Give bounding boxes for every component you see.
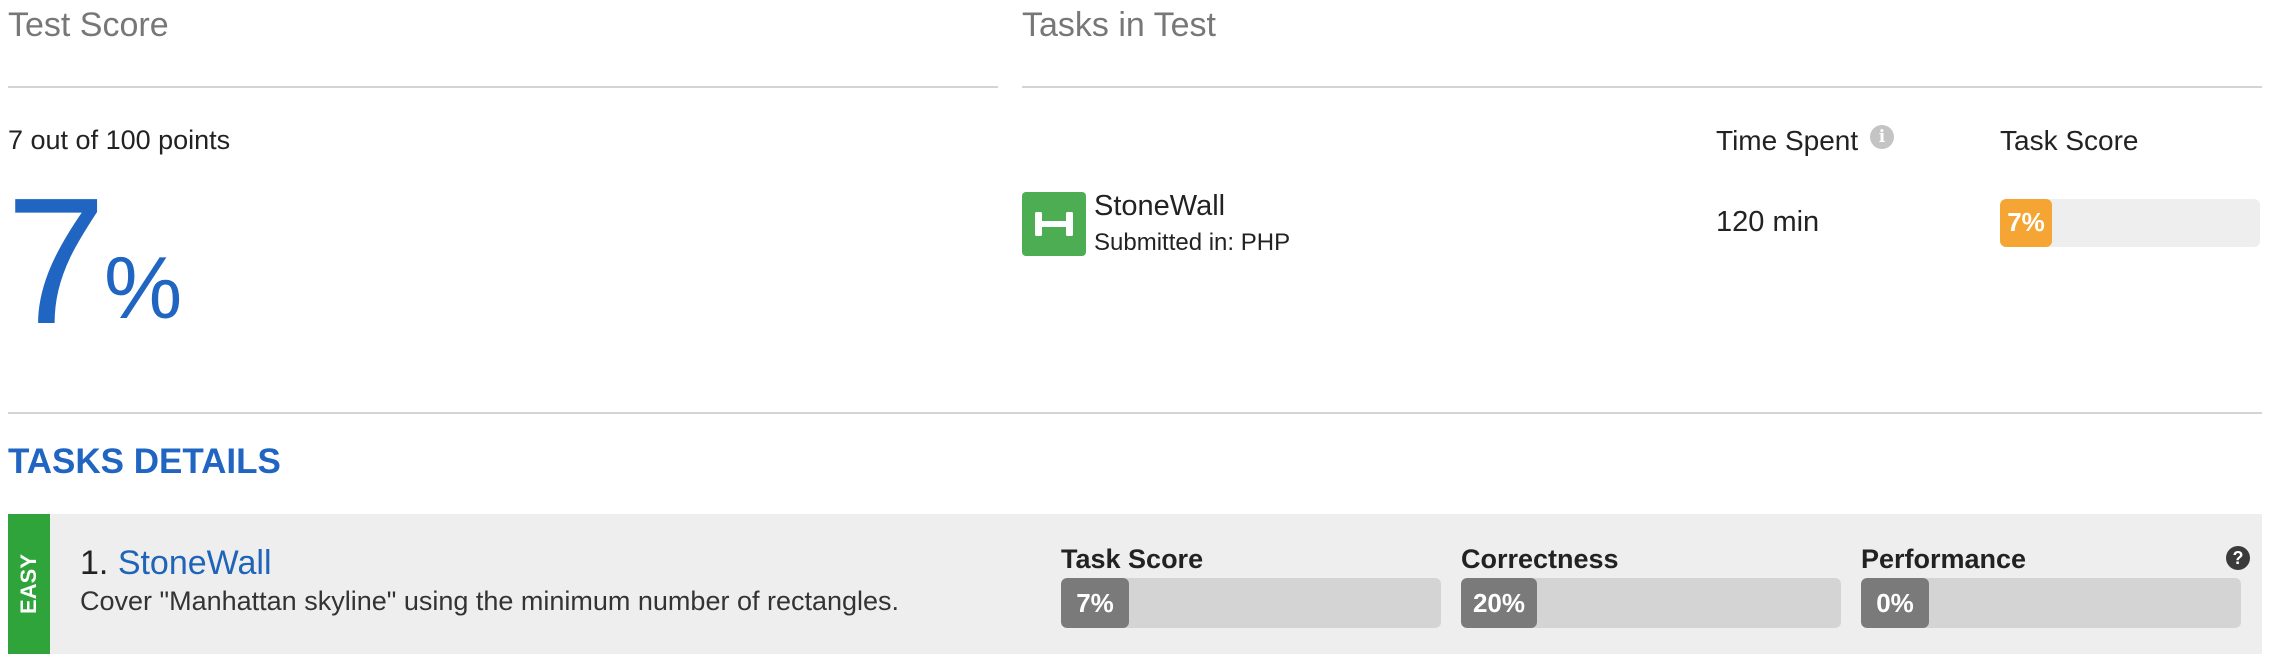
- difficulty-label: EASY: [16, 554, 42, 614]
- task-submitted-language: Submitted in: PHP: [1094, 229, 1291, 256]
- help-icon[interactable]: ?: [2226, 546, 2250, 570]
- info-icon[interactable]: i: [1870, 125, 1894, 149]
- tasks-in-test-heading: Tasks in Test: [1022, 6, 1217, 44]
- score-percent-number: 7: [6, 161, 107, 362]
- task-detail-link[interactable]: StoneWall: [118, 544, 272, 582]
- metric-performance-bar: 0%: [1861, 578, 2241, 628]
- test-score-heading: Test Score: [8, 6, 169, 44]
- points-summary: 7 out of 100 points: [8, 125, 231, 155]
- task-time-spent: 120 min: [1716, 206, 1820, 238]
- metric-task-score-fill: 7%: [1061, 578, 1129, 628]
- task-name[interactable]: StoneWall: [1094, 190, 1225, 223]
- metric-performance-fill: 0%: [1861, 578, 1929, 628]
- time-spent-header: Time Spent: [1716, 125, 1859, 156]
- metric-correctness-fill: 20%: [1461, 578, 1537, 628]
- task-score-header: Task Score: [2000, 125, 2139, 156]
- metric-correctness-label: Correctness: [1461, 544, 1619, 574]
- dumbbell-icon: [1022, 192, 1086, 256]
- task-detail-title: 1. StoneWall: [80, 544, 272, 583]
- task-score-bar: 7%: [2000, 199, 2260, 247]
- tasks-in-test-divider: [1022, 86, 2262, 88]
- metric-task-score-bar: 7%: [1061, 578, 1441, 628]
- test-score-divider: [8, 86, 998, 88]
- score-percent-sign: %: [104, 238, 183, 337]
- metric-task-score-label: Task Score: [1061, 544, 1204, 574]
- tasks-details-heading: TASKS DETAILS: [8, 442, 281, 481]
- task-description: Cover "Manhattan skyline" using the mini…: [80, 586, 900, 616]
- section-divider: [8, 412, 2262, 414]
- task-number: 1.: [80, 544, 109, 582]
- task-score-bar-fill: 7%: [2000, 199, 2052, 247]
- metric-performance-label: Performance: [1861, 544, 2027, 574]
- metric-correctness-bar: 20%: [1461, 578, 1841, 628]
- difficulty-label-wrap: EASY: [8, 514, 50, 654]
